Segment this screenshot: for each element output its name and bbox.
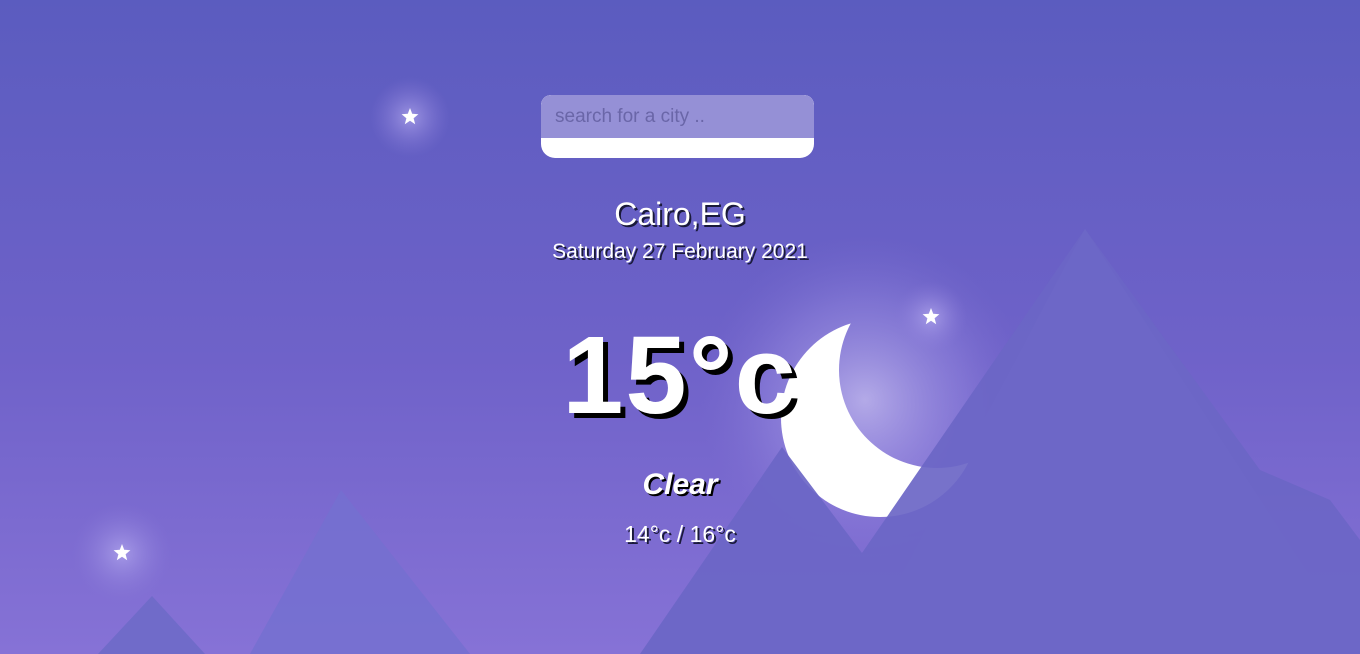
search-input[interactable] bbox=[541, 95, 814, 138]
temperature: 15°c bbox=[562, 314, 798, 437]
weather-condition: Clear bbox=[642, 468, 718, 501]
search-box bbox=[541, 95, 814, 158]
mountain-shape bbox=[250, 490, 470, 654]
city-name: Cairo,EG bbox=[614, 196, 746, 232]
temperature-range: 14°c / 16°c bbox=[624, 521, 736, 547]
mountain-shape bbox=[98, 596, 205, 654]
current-date: Saturday 27 February 2021 bbox=[552, 240, 808, 263]
